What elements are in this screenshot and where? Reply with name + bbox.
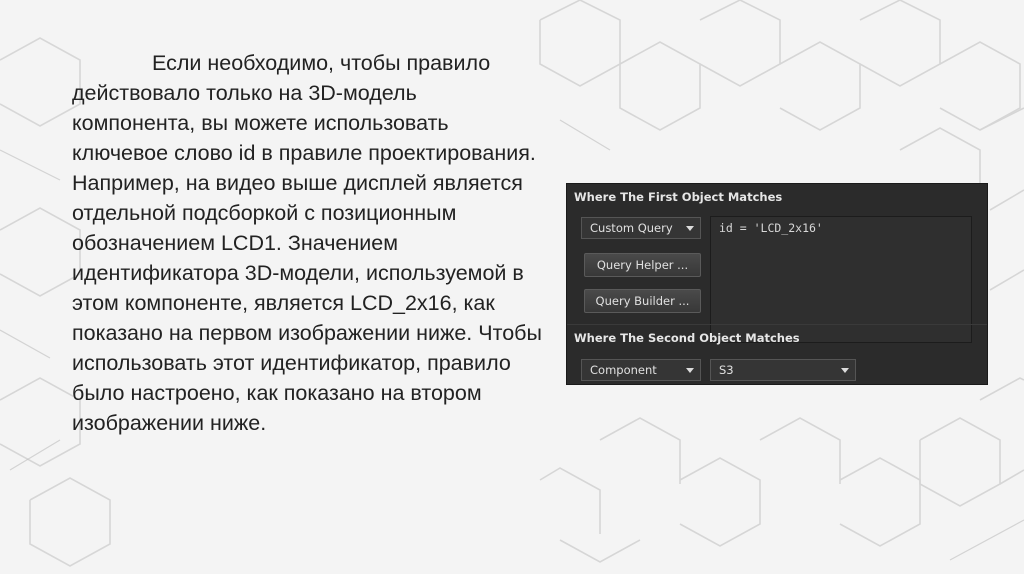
chevron-down-icon <box>686 226 694 231</box>
component-value-label: S3 <box>719 363 734 377</box>
chevron-down-icon <box>686 368 694 373</box>
query-builder-button[interactable]: Query Builder ... <box>584 289 701 313</box>
component-dropdown-label: Component <box>590 363 657 377</box>
component-dropdown[interactable]: Component <box>581 359 701 381</box>
custom-query-dropdown[interactable]: Custom Query <box>581 217 701 239</box>
query-panel: Where The First Object Matches Custom Qu… <box>566 183 988 385</box>
custom-query-dropdown-label: Custom Query <box>590 221 673 235</box>
component-value-dropdown[interactable]: S3 <box>710 359 856 381</box>
second-object-header: Where The Second Object Matches <box>567 324 987 350</box>
description-text: Если необходимо, чтобы правило действова… <box>72 51 542 435</box>
query-helper-button[interactable]: Query Helper ... <box>584 253 701 277</box>
chevron-down-icon <box>841 368 849 373</box>
first-object-header: Where The First Object Matches <box>574 190 783 204</box>
